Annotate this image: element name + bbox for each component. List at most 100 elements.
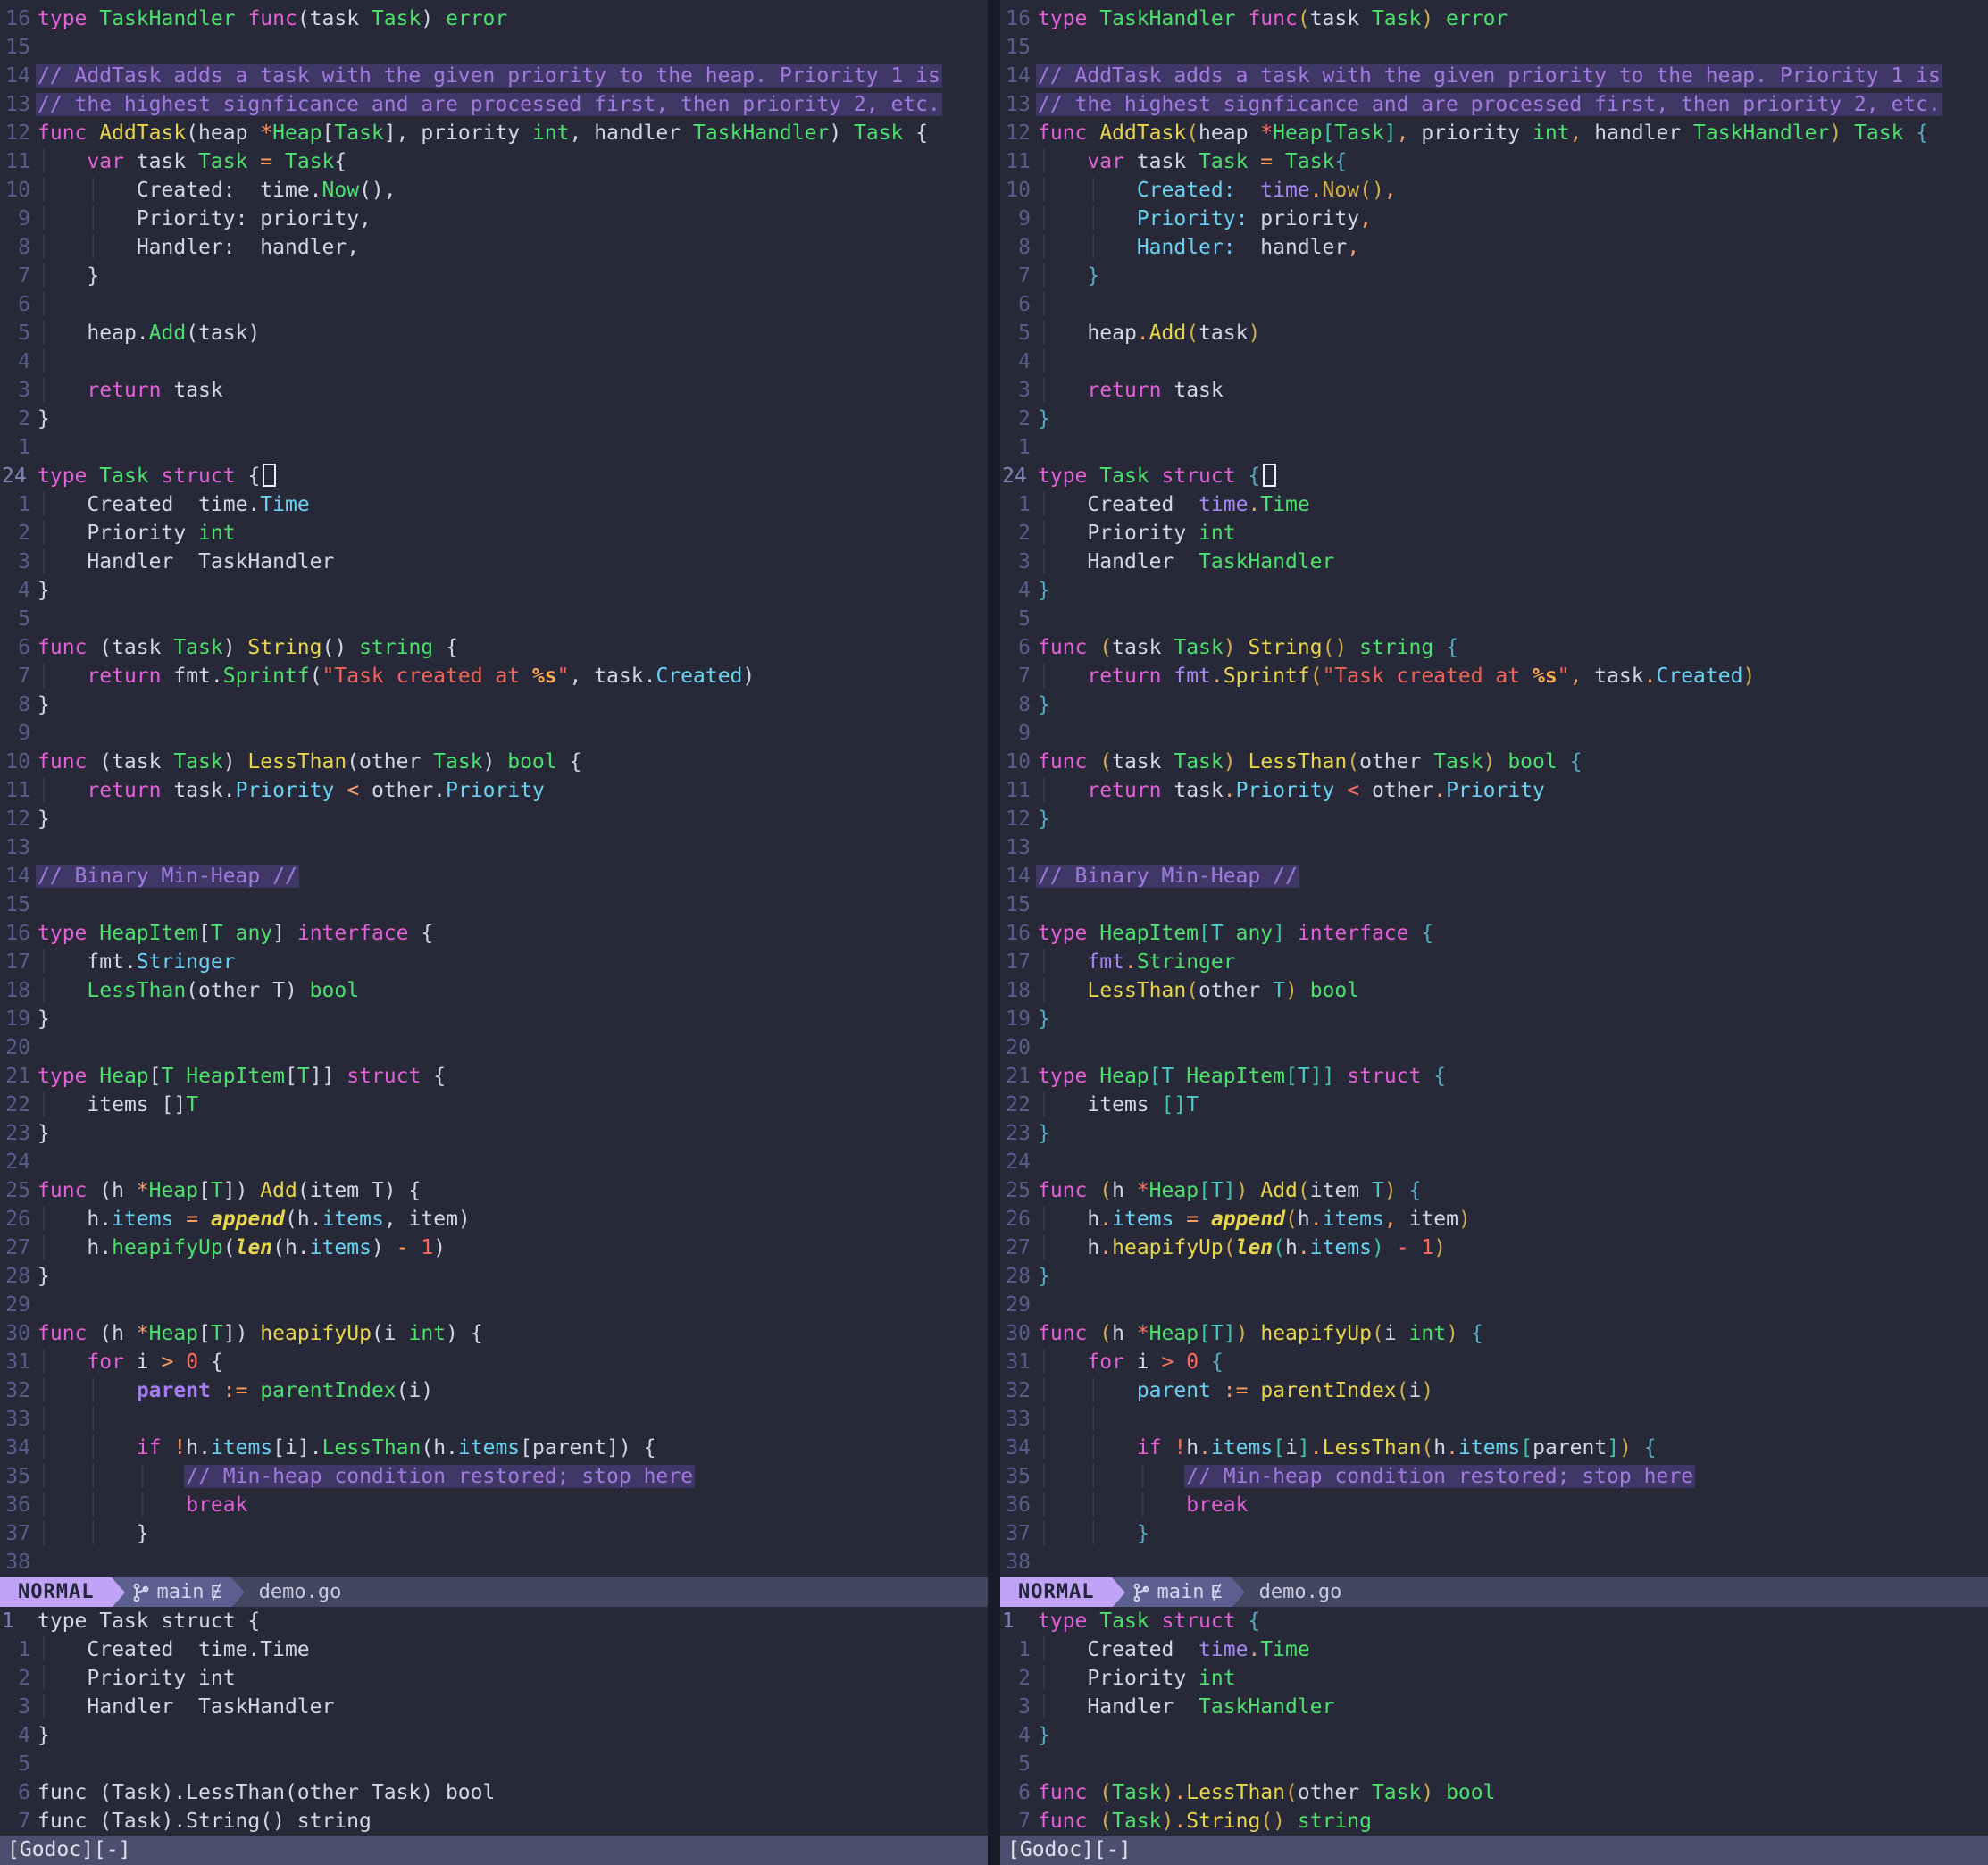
code-line[interactable]: 18│ LessThan(other T) bool [1000,976,1988,1005]
code-line[interactable]: 8│ │ Handler: handler, [1000,233,1988,262]
code-line[interactable]: 1 [0,433,988,462]
code-line[interactable]: 9│ │ Priority: priority, [0,205,988,233]
code-line[interactable]: 35│ │ │ // Min-heap condition restored; … [0,1462,988,1491]
code-line[interactable]: 6│ [1000,290,1988,319]
code-line[interactable]: 26│ h.items = append(h.items, item) [1000,1205,1988,1234]
code-line[interactable]: 21type Heap[T HeapItem[T]] struct { [1000,1062,1988,1091]
code-line[interactable]: 14// AddTask adds a task with the given … [1000,62,1988,90]
code-line[interactable]: 11│ return task.Priority < other.Priorit… [0,776,988,805]
code-line[interactable]: 1│ Created time.Time [1000,490,1988,519]
code-line[interactable]: 31│ for i > 0 { [0,1348,988,1376]
code-line[interactable]: 8│ │ Handler: handler, [0,233,988,262]
code-line[interactable]: 34│ │ if !h.items[i].LessThan(h.items[pa… [1000,1434,1988,1462]
code-line[interactable]: 28} [0,1262,988,1291]
code-line[interactable]: 2│ Priority int [1000,519,1988,548]
code-line[interactable]: 11│ var task Task = Task{ [1000,147,1988,176]
code-line[interactable]: 30func (h *Heap[T]) heapifyUp(i int) { [0,1319,988,1348]
code-line[interactable]: 21type Heap[T HeapItem[T]] struct { [0,1062,988,1091]
code-line[interactable]: 34│ │ if !h.items[i].LessThan(h.items[pa… [0,1434,988,1462]
code-line[interactable]: 17│ fmt.Stringer [1000,948,1988,976]
code-line[interactable]: 5│ heap.Add(task) [0,319,988,347]
code-line[interactable]: 19} [1000,1005,1988,1033]
code-line[interactable]: 37│ │ } [1000,1519,1988,1548]
cursor-line[interactable]: 1type Task struct { [0,1607,988,1635]
code-line[interactable]: 23} [0,1119,988,1148]
code-line[interactable]: 7│ return fmt.Sprintf("Task created at %… [0,662,988,690]
code-line[interactable]: 14// Binary Min-Heap // [0,862,988,891]
code-line[interactable]: 24 [0,1148,988,1176]
code-line[interactable]: 14// Binary Min-Heap // [1000,862,1988,891]
code-line[interactable]: 6func (task Task) String() string { [0,633,988,662]
code-line[interactable]: 22│ items []T [0,1091,988,1119]
code-line[interactable]: 32│ │ parent := parentIndex(i) [0,1376,988,1405]
code-line[interactable]: 17│ fmt.Stringer [0,948,988,976]
godoc-window[interactable]: 1type Task struct {1│ Created time.Time2… [0,1607,988,1836]
code-line[interactable]: 10func (task Task) LessThan(other Task) … [1000,748,1988,776]
code-line[interactable]: 31│ for i > 0 { [1000,1348,1988,1376]
code-line[interactable]: 10│ │ Created: time.Now(), [0,176,988,205]
code-line[interactable]: 3│ return task [0,376,988,405]
code-line[interactable]: 5 [0,1750,988,1778]
code-line[interactable]: 3│ Handler TaskHandler [1000,1693,1988,1721]
code-line[interactable]: 37│ │ } [0,1519,988,1548]
code-line[interactable]: 6func (Task).LessThan(other Task) bool [1000,1778,1988,1807]
code-line[interactable]: 13 [0,833,988,862]
code-line[interactable]: 27│ h.heapifyUp(len(h.items) - 1) [1000,1234,1988,1262]
code-line[interactable]: 8} [1000,690,1988,719]
code-line[interactable]: 13// the highest signficance and are pro… [1000,90,1988,119]
code-line[interactable]: 15 [1000,891,1988,919]
code-line[interactable]: 6func (Task).LessThan(other Task) bool [0,1778,988,1807]
code-line[interactable]: 4} [1000,576,1988,605]
code-line[interactable]: 19} [0,1005,988,1033]
code-line[interactable]: 5 [0,605,988,633]
code-line[interactable]: 15 [0,891,988,919]
code-line[interactable]: 9│ │ Priority: priority, [1000,205,1988,233]
code-line[interactable]: 12} [1000,805,1988,833]
code-line[interactable]: 18│ LessThan(other T) bool [0,976,988,1005]
code-line[interactable]: 16type TaskHandler func(task Task) error [1000,4,1988,33]
code-window[interactable]: 16type TaskHandler func(task Task) error… [1000,0,1988,1577]
code-line[interactable]: 15 [0,33,988,62]
code-line[interactable]: 22│ items []T [1000,1091,1988,1119]
code-line[interactable]: 1 [1000,433,1988,462]
code-line[interactable]: 7│ return fmt.Sprintf("Task created at %… [1000,662,1988,690]
window-separator[interactable] [988,0,1000,1865]
code-line[interactable]: 4} [1000,1721,1988,1750]
code-line[interactable]: 33│ │ [0,1405,988,1434]
code-line[interactable]: 25func (h *Heap[T]) Add(item T) { [0,1176,988,1205]
code-line[interactable]: 10│ │ Created: time.Now(), [1000,176,1988,205]
code-line[interactable]: 10func (task Task) LessThan(other Task) … [0,748,988,776]
code-line[interactable]: 38 [0,1548,988,1576]
code-line[interactable]: 32│ │ parent := parentIndex(i) [1000,1376,1988,1405]
code-line[interactable]: 25func (h *Heap[T]) Add(item T) { [1000,1176,1988,1205]
code-line[interactable]: 13 [1000,833,1988,862]
code-line[interactable]: 16type HeapItem[T any] interface { [1000,919,1988,948]
code-line[interactable]: 15 [1000,33,1988,62]
code-line[interactable]: 12func AddTask(heap *Heap[Task], priorit… [0,119,988,147]
code-line[interactable]: 2} [0,405,988,433]
code-line[interactable]: 20 [0,1033,988,1062]
code-window[interactable]: 16type TaskHandler func(task Task) error… [0,0,988,1577]
code-line[interactable]: 6func (task Task) String() string { [1000,633,1988,662]
code-line[interactable]: 27│ h.heapifyUp(len(h.items) - 1) [0,1234,988,1262]
code-line[interactable]: 30func (h *Heap[T]) heapifyUp(i int) { [1000,1319,1988,1348]
code-line[interactable]: 16type HeapItem[T any] interface { [0,919,988,948]
code-line[interactable]: 5│ heap.Add(task) [1000,319,1988,347]
code-line[interactable]: 4} [0,1721,988,1750]
code-line[interactable]: 3│ Handler TaskHandler [0,548,988,576]
code-line[interactable]: 1│ Created time.Time [0,490,988,519]
code-line[interactable]: 7func (Task).String() string [0,1807,988,1836]
code-line[interactable]: 3│ return task [1000,376,1988,405]
code-line[interactable]: 13// the highest signficance and are pro… [0,90,988,119]
code-line[interactable]: 8} [0,690,988,719]
code-line[interactable]: 2│ Priority int [0,1664,988,1693]
code-line[interactable]: 26│ h.items = append(h.items, item) [0,1205,988,1234]
code-line[interactable]: 23} [1000,1119,1988,1148]
cursor-line[interactable]: 1type Task struct { [1000,1607,1988,1635]
code-line[interactable]: 11│ return task.Priority < other.Priorit… [1000,776,1988,805]
code-line[interactable]: 1│ Created time.Time [1000,1635,1988,1664]
code-line[interactable]: 20 [1000,1033,1988,1062]
code-line[interactable]: 36│ │ │ break [1000,1491,1988,1519]
code-line[interactable]: 1│ Created time.Time [0,1635,988,1664]
code-line[interactable]: 36│ │ │ break [0,1491,988,1519]
